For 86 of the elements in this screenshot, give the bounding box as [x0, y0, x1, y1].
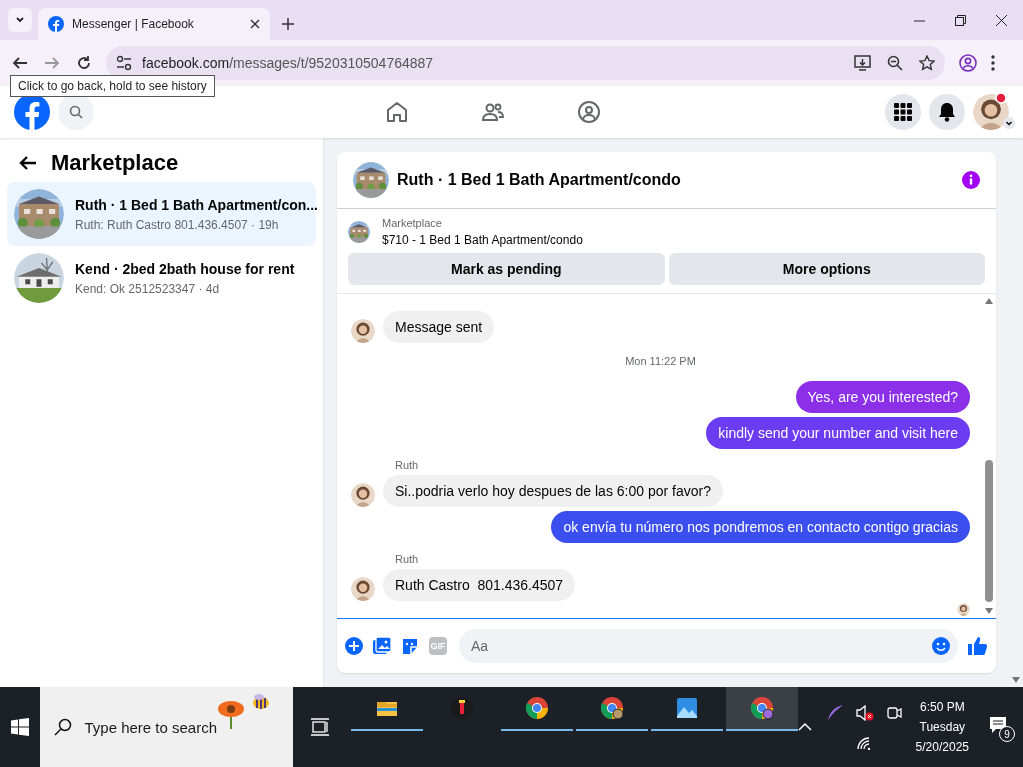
conversation-item[interactable]: Ruth · 1 Bed 1 Bath Apartment/con... Ruth: Ruth Castro 801.436.4507 · 19h [7, 182, 316, 246]
message-bubble: Yes, are you interested? [795, 381, 970, 413]
profile-icon[interactable] [959, 54, 977, 72]
tab-title: Messenger | Facebook [72, 17, 195, 31]
tooltip: Click to go back, hold to see history [10, 75, 215, 97]
emoji-icon[interactable] [932, 637, 950, 655]
listing-source: Marketplace [382, 217, 443, 229]
scrollbar-thumb[interactable] [985, 460, 993, 602]
site-settings-icon[interactable] [116, 55, 132, 71]
home-icon[interactable] [385, 100, 409, 124]
tab-list-button[interactable] [8, 8, 32, 32]
install-icon[interactable] [854, 55, 871, 71]
listing-summary: $710 - 1 Bed 1 Bath Apartment/condo [382, 233, 583, 247]
sender-name: Ruth [395, 459, 420, 471]
app-icon [599, 696, 624, 720]
camera-icon[interactable] [885, 705, 902, 721]
message-bubble: Message sent [383, 311, 495, 343]
notification-count: 9 [999, 726, 1015, 742]
more-icon[interactable] [991, 55, 995, 71]
page-scroll-down-icon[interactable] [1012, 677, 1020, 683]
taskbar-search-field[interactable]: Type here to search [40, 687, 293, 767]
task-view-icon[interactable] [310, 718, 329, 736]
message-bubble: ok envía tu número nos pondremos en contacto contigo gracias [551, 511, 970, 543]
message-bubble: Ruth Castro 801.436.4507 [383, 569, 576, 601]
chevron-up-icon[interactable] [797, 722, 812, 732]
forward-icon[interactable] [44, 55, 60, 71]
close-icon[interactable] [996, 15, 1007, 26]
like-icon[interactable] [968, 636, 988, 656]
facebook-icon [48, 16, 64, 32]
chat-title: Ruth · 1 Bed 1 Bath Apartment/condo [397, 171, 682, 189]
scroll-up-icon[interactable] [985, 298, 993, 304]
search-placeholder: Type here to search [84, 718, 218, 736]
reload-icon[interactable] [76, 55, 92, 71]
app-icon [749, 696, 774, 720]
new-tab-icon[interactable] [282, 18, 294, 30]
address-bar[interactable]: facebook.com/messages/t/9520310504764887 [106, 46, 945, 80]
feather-icon[interactable] [825, 704, 844, 722]
notifications-button[interactable] [929, 94, 965, 130]
windows-icon[interactable] [11, 718, 30, 736]
search-icon [69, 105, 83, 119]
message-bubble: kindly send your number and visit here [706, 417, 970, 449]
clock[interactable]: 6:50 PM Tuesday 5/20/2025 [915, 700, 969, 754]
action-button[interactable]: Mark as pending [348, 253, 665, 285]
restore-icon[interactable] [955, 15, 966, 26]
message-bubble: Si..podria verlo hoy despues de las 6:00 por favor? [383, 475, 723, 507]
back-arrow-icon[interactable] [19, 155, 37, 171]
action-button[interactable]: More options [668, 253, 985, 285]
notification-dot [995, 92, 1007, 104]
clock-date: 5/20/2025 [915, 740, 969, 754]
back-icon[interactable] [12, 55, 28, 71]
conversation-item[interactable]: Kend · 2bed 2bath house for rent Kend: Ok 2512523347 · 4d [7, 246, 316, 310]
conversation-title: Ruth · 1 Bed 1 Bath Apartment/con... [75, 196, 318, 213]
add-icon[interactable] [345, 637, 363, 655]
volume-muted-icon[interactable] [855, 705, 874, 721]
star-icon[interactable] [919, 55, 935, 71]
grid-icon [894, 103, 912, 121]
menu-button[interactable] [885, 94, 921, 130]
conversation-preview: Kend: Ok 2512523347 · 4d [75, 281, 221, 296]
browser-tab[interactable]: Messenger | Facebook [38, 8, 270, 40]
clock-day: Tuesday [919, 720, 966, 734]
url-text: facebook.com/messages/t/9520310504764887 [142, 55, 435, 71]
sender-name: Ruth [395, 553, 420, 565]
chevron-down-icon[interactable] [1003, 117, 1015, 129]
sidebar-title: Marketplace [51, 150, 179, 176]
notification-center-button[interactable]: 9 [985, 712, 1015, 742]
app-icon [524, 696, 549, 720]
sticker-icon[interactable] [401, 637, 419, 655]
wifi-icon[interactable] [855, 736, 872, 750]
scroll-down-icon[interactable] [985, 608, 993, 614]
taskbar-app[interactable] [725, 687, 798, 731]
search-icon [54, 718, 73, 736]
app-icon [449, 696, 474, 720]
info-icon[interactable] [962, 171, 980, 189]
image-icon[interactable] [373, 637, 391, 655]
message-field[interactable]: Aa [459, 629, 958, 663]
facebook-logo[interactable] [14, 94, 50, 130]
close-icon[interactable] [250, 19, 260, 29]
app-icon [674, 696, 699, 720]
groups-icon[interactable] [577, 100, 601, 124]
clock-time: 6:50 PM [919, 700, 965, 714]
bell-icon [938, 102, 956, 122]
chevron-down-icon [15, 15, 25, 25]
conversation-title: Kend · 2bed 2bath house for rent [75, 260, 295, 277]
timestamp: Mon 11:22 PM [624, 355, 697, 367]
zoom-icon[interactable] [887, 55, 903, 71]
conversation-preview: Ruth: Ruth Castro 801.436.4507 · 19h [75, 217, 280, 232]
